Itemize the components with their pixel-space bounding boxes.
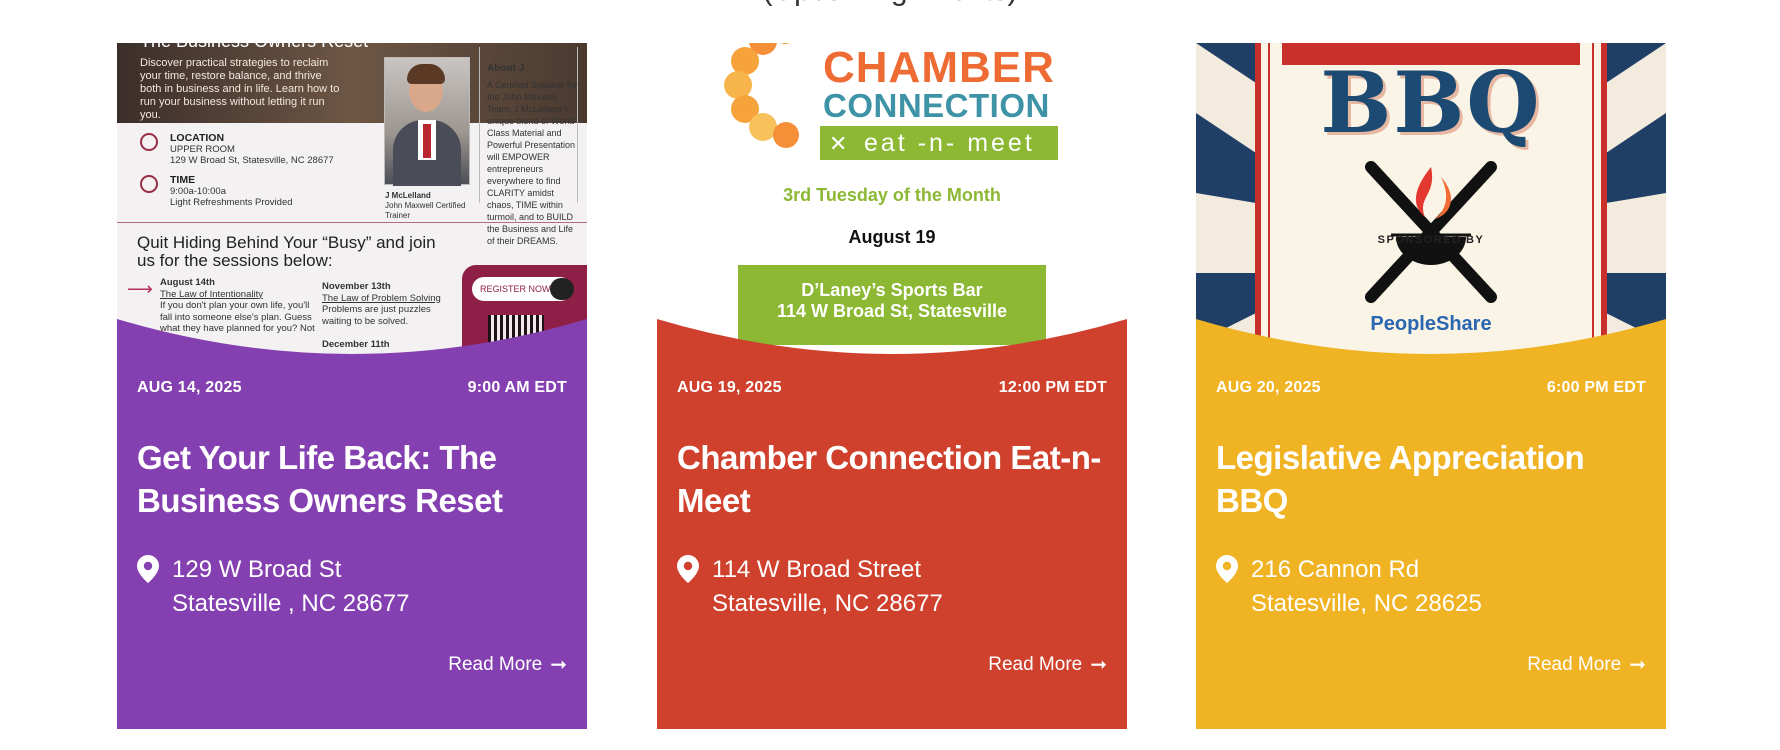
address-line-1: 114 W Broad Street xyxy=(712,556,921,583)
arrow-right-icon: ➞ xyxy=(1629,654,1646,676)
flyer-eat-meet-text: eat -n- meet xyxy=(820,126,1058,160)
flyer-chamber-text: CHAMBER xyxy=(823,43,1055,92)
clock-icon xyxy=(140,175,158,193)
flyer-header-text: Discover practical strategies to reclaim… xyxy=(140,57,340,121)
arrow-right-icon: ⟶ xyxy=(127,279,153,299)
address-line-2: Statesville , NC 28677 xyxy=(172,590,410,617)
grill-icon xyxy=(1365,161,1497,303)
address-line-2: Statesville, NC 28625 xyxy=(1251,590,1482,617)
event-title[interactable]: Legislative Appreciation BBQ xyxy=(1216,436,1652,522)
location-label: LOCATION xyxy=(170,132,225,144)
address-line-2: Statesville, NC 28677 xyxy=(712,590,943,617)
location-circle-icon xyxy=(140,133,158,151)
map-pin-icon xyxy=(677,555,699,583)
event-date: AUG 20, 2025 xyxy=(1216,379,1321,396)
read-more-label: Read More xyxy=(988,654,1083,675)
map-pin-icon xyxy=(1216,555,1238,583)
section-heading: (Upcoming Events) xyxy=(0,0,1780,8)
event-time: 9:00 AM EDT xyxy=(467,379,567,396)
event-card-body: AUG 20, 2025 6:00 PM EDT Legislative App… xyxy=(1196,373,1666,729)
read-more-label: Read More xyxy=(1527,654,1622,675)
location-text: UPPER ROOM 129 W Broad St, Statesville, … xyxy=(170,144,334,166)
chamber-logo-mark xyxy=(724,43,799,148)
arrow-right-icon: ➞ xyxy=(550,654,567,676)
read-more-link[interactable]: Read More ➞ xyxy=(988,654,1107,676)
flyer-sponsored-by: SPONSORED BY xyxy=(1377,234,1485,246)
flyer-date: August 19 xyxy=(848,227,936,247)
event-date: AUG 19, 2025 xyxy=(677,379,782,396)
event-card-body: AUG 14, 2025 9:00 AM EDT Get Your Life B… xyxy=(117,373,587,729)
address-line-1: 129 W Broad St xyxy=(172,556,342,583)
flyer-connection-text: CONNECTION xyxy=(823,87,1050,124)
event-card[interactable]: CHAMBER CONNECTION eat -n- meet ✕ 3rd Tu… xyxy=(657,43,1127,729)
speaker-photo xyxy=(384,57,470,186)
flyer-location: LOCATION UPPER ROOM 129 W Broad St, Stat… xyxy=(140,133,370,215)
session-date: August 14th xyxy=(160,277,215,288)
flyer-quit-text: Quit Hiding Behind Your “Busy” and join … xyxy=(137,233,436,270)
speaker-caption: J McLelland John Maxwell Certified Train… xyxy=(385,191,475,221)
flyer-venue: D’Laney’s Sports Bar xyxy=(801,280,983,300)
flyer-recurrence: 3rd Tuesday of the Month xyxy=(783,185,1001,205)
session-title: The Law of Problem Solving xyxy=(322,292,441,304)
event-time: 6:00 PM EDT xyxy=(1546,379,1646,396)
time-label: TIME xyxy=(170,174,196,186)
speaker-name: J McLelland xyxy=(385,191,431,200)
event-date: AUG 14, 2025 xyxy=(137,379,242,396)
fork-knife-icon: ✕ xyxy=(829,131,848,156)
flyer-bbq-headline: BBQ xyxy=(1320,53,1542,152)
session-date: November 13th xyxy=(322,281,391,292)
event-address: 114 W Broad Street Statesville, NC 28677 xyxy=(677,553,1107,621)
about-section: About J A Certified Speaker for the John… xyxy=(487,63,582,247)
event-title[interactable]: Chamber Connection Eat-n-Meet xyxy=(677,436,1113,522)
event-title[interactable]: Get Your Life Back: The Business Owners … xyxy=(137,436,573,522)
read-more-label: Read More xyxy=(448,654,543,675)
arrow-icon xyxy=(550,278,574,300)
time-text: 9:00a-10:00a Light Refreshments Provided xyxy=(170,186,293,208)
event-address: 129 W Broad St Statesville , NC 28677 xyxy=(137,553,567,621)
event-card-body: AUG 19, 2025 12:00 PM EDT Chamber Connec… xyxy=(657,373,1127,729)
address-line-1: 216 Cannon Rd xyxy=(1251,556,1420,583)
arrow-right-icon: ➞ xyxy=(1090,654,1107,676)
map-pin-icon xyxy=(137,555,159,583)
event-address: 216 Cannon Rd Statesville, NC 28625 xyxy=(1216,553,1646,621)
session-title: The Law of Intentionality xyxy=(160,288,263,300)
speaker-role: John Maxwell Certified Trainer xyxy=(385,201,466,220)
event-card[interactable]: BBQ SPONSORED BY PeopleShare AUG 20, 202… xyxy=(1196,43,1666,729)
event-card[interactable]: The Business Owners Reset Discover pract… xyxy=(117,43,587,729)
flyer-header-title: The Business Owners Reset xyxy=(140,43,368,52)
about-title: About J xyxy=(487,63,525,74)
event-time: 12:00 PM EDT xyxy=(998,379,1107,396)
read-more-link[interactable]: Read More ➞ xyxy=(448,654,567,676)
read-more-link[interactable]: Read More ➞ xyxy=(1527,654,1646,676)
